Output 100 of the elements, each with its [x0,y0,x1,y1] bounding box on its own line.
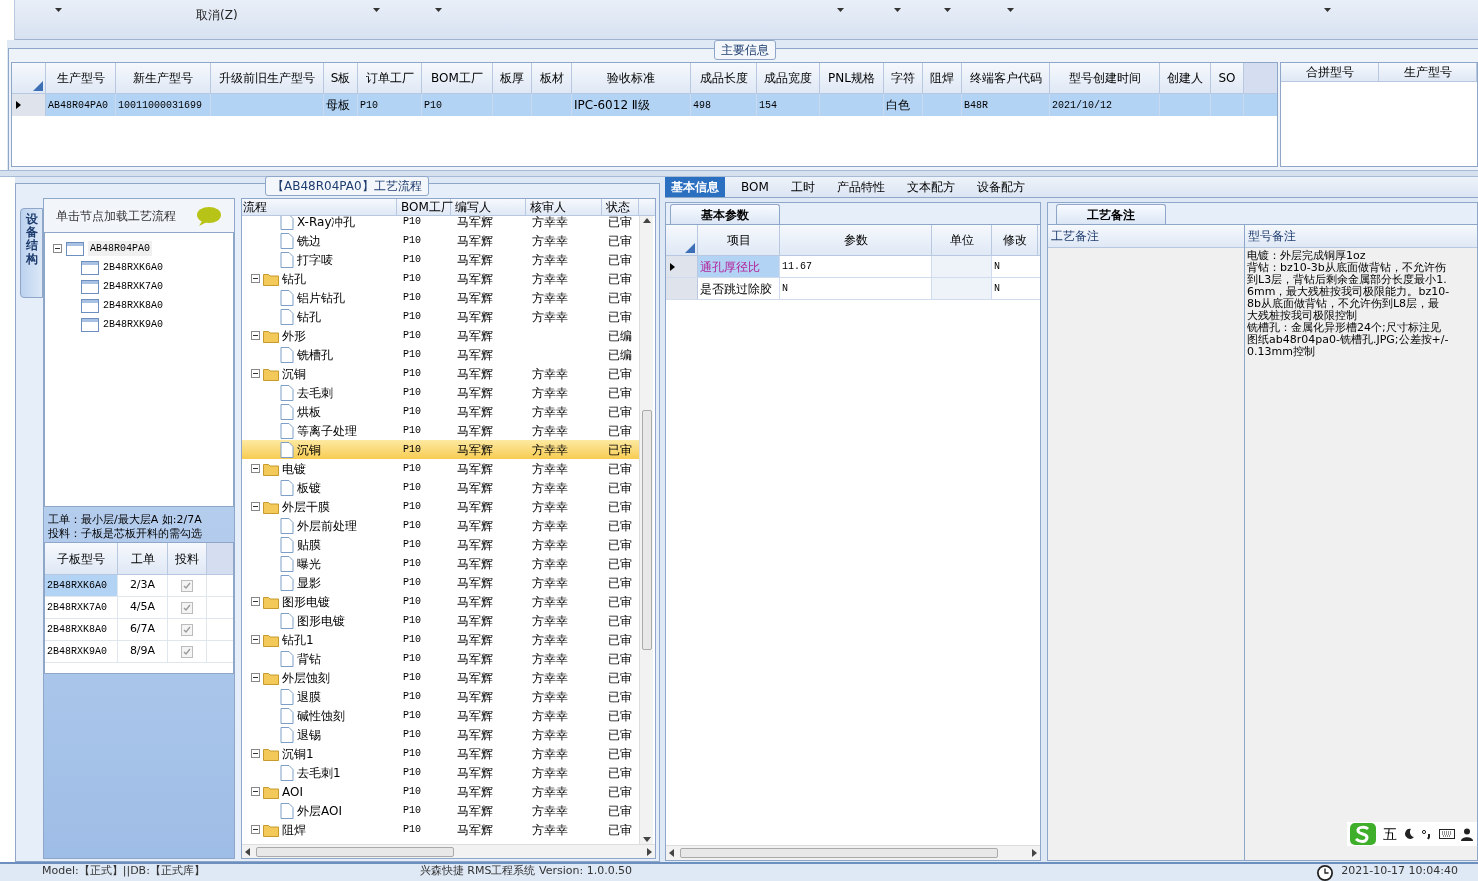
column-header[interactable]: 合拼型号 [1281,63,1379,81]
flow-row[interactable]: 外层AOI P10 马军辉 方幸幸 已审 [242,801,639,820]
column-header[interactable]: 终端客户代码 [962,63,1050,93]
menu-item[interactable]: 取消(Z) [196,6,238,24]
column-header[interactable]: 单位 [932,225,992,255]
scroll-up-icon[interactable] [642,218,651,223]
column-header[interactable]: 成品长度 [691,63,757,93]
horizontal-scrollbar[interactable] [242,844,655,858]
column-header[interactable]: 流程 [242,199,397,215]
flow-row[interactable]: 背钻 P10 马军辉 方幸幸 已审 [242,649,639,668]
flow-row[interactable]: AOI P10 马军辉 方幸幸 已审 [242,782,639,801]
column-header[interactable]: BOM工厂 [397,199,451,215]
collapse-icon[interactable] [251,787,260,796]
column-header[interactable]: 创建人 [1160,63,1211,93]
flow-row[interactable]: 铝片钻孔 P10 马军辉 方幸幸 已审 [242,288,639,307]
flow-row[interactable]: 沉铜 P10 马军辉 方幸幸 已审 [242,440,639,459]
flow-row[interactable]: 铣槽孔 P10 马军辉 已编 [242,345,639,364]
dropdown-caret-icon[interactable] [1324,8,1331,12]
flow-row[interactable]: 退锡 P10 马军辉 方幸幸 已审 [242,725,639,744]
tab[interactable]: 产品特性 [830,177,891,197]
flow-row[interactable]: 沉铜1 P10 马军辉 方幸幸 已审 [242,744,639,763]
flow-row[interactable]: 电镀 P10 马军辉 方幸幸 已审 [242,459,639,478]
moon-icon[interactable] [1403,828,1415,840]
vertical-scrollbar[interactable] [639,216,653,844]
column-header[interactable]: 型号创建时间 [1050,63,1160,93]
panel-tab[interactable]: 工艺备注 [1056,204,1166,224]
column-header[interactable]: S板 [324,63,358,93]
flow-row[interactable]: 钻孔 P10 马军辉 方幸幸 已审 [242,307,639,326]
dropdown-caret-icon[interactable] [373,8,380,12]
scroll-thumb[interactable] [641,410,652,650]
dropdown-caret-icon[interactable] [435,8,442,12]
scroll-right-icon[interactable] [647,847,652,856]
collapse-icon[interactable] [251,825,260,834]
column-header[interactable]: 核审人 [526,199,602,215]
user-icon[interactable] [1461,827,1473,841]
tree-node[interactable]: AB48R04PA0 [88,241,152,256]
collapse-icon[interactable] [251,749,260,758]
ime-logo-icon[interactable] [1349,822,1377,846]
flow-row[interactable]: 退膜 P10 马军辉 方幸幸 已审 [242,687,639,706]
flow-row[interactable]: 外层前处理 P10 马军辉 方幸幸 已审 [242,516,639,535]
tab[interactable]: 文本配方 [900,177,961,197]
dropdown-caret-icon[interactable] [944,8,951,12]
collapse-icon[interactable] [251,502,260,511]
column-header[interactable]: 工单 [118,543,168,574]
flow-row[interactable]: 图形电镀 P10 马军辉 方幸幸 已审 [242,592,639,611]
collapse-icon[interactable] [251,597,260,606]
scroll-thumb[interactable] [680,848,998,858]
tree-node[interactable]: 2B48RXK7A0 [103,279,163,294]
scroll-thumb[interactable] [256,846,454,857]
scroll-down-icon[interactable] [642,837,651,842]
column-header[interactable]: 字符 [884,63,923,93]
flow-row[interactable]: 外形 P10 马军辉 已编 [242,326,639,345]
flow-row[interactable]: 钻孔 P10 马军辉 方幸幸 已审 [242,269,639,288]
column-header[interactable]: 板材 [532,63,572,93]
flow-row[interactable]: 钻孔1 P10 马军辉 方幸幸 已审 [242,630,639,649]
column-header[interactable]: 生产型号 [46,63,116,93]
flow-row[interactable]: 曝光 P10 马军辉 方幸幸 已审 [242,554,639,573]
column-header[interactable]: 状态 [602,199,639,215]
scroll-left-icon[interactable] [245,847,250,856]
ime-mode[interactable]: 五 [1383,823,1397,845]
flow-row[interactable]: 贴膜 P10 马军辉 方幸幸 已审 [242,535,639,554]
punctuation-icon[interactable] [1421,828,1433,840]
column-header[interactable]: 子板型号 [45,543,118,574]
flow-row[interactable]: 外层干膜 P10 马军辉 方幸幸 已审 [242,497,639,516]
column-header[interactable]: PNL规格 [820,63,884,93]
collapse-icon[interactable] [251,331,260,340]
flow-row[interactable]: 铣边 P10 马军辉 方幸幸 已审 [242,231,639,250]
scroll-left-icon[interactable] [669,849,674,857]
tab[interactable]: BOM [735,177,775,197]
dropdown-caret-icon[interactable] [55,8,62,12]
flow-row[interactable]: 板镀 P10 马军辉 方幸幸 已审 [242,478,639,497]
column-header[interactable]: BOM工厂 [422,63,493,93]
collapse-icon[interactable] [251,464,260,473]
dropdown-caret-icon[interactable] [837,8,844,12]
scroll-right-icon[interactable] [1032,849,1037,857]
tree-node[interactable]: 2B48RXK6A0 [103,260,163,275]
collapse-icon[interactable] [251,369,260,378]
flow-row[interactable]: 打字唛 P10 马军辉 方幸幸 已审 [242,250,639,269]
panel-tab[interactable]: 基本参数 [670,204,780,224]
flow-row[interactable]: 外层蚀刻 P10 马军辉 方幸幸 已审 [242,668,639,687]
dropdown-caret-icon[interactable] [894,8,901,12]
keyboard-icon[interactable] [1439,828,1455,840]
tree-node[interactable]: 2B48RXK8A0 [103,298,163,313]
column-header[interactable]: 项目 [698,225,780,255]
flow-row[interactable]: 烘板 P10 马军辉 方幸幸 已审 [242,402,639,421]
collapse-icon[interactable] [251,673,260,682]
flow-row[interactable]: 阻焊 P10 马军辉 方幸幸 已审 [242,820,639,839]
checked-checkbox[interactable] [181,601,193,614]
table-row[interactable]: AB48R04PA0 10011000031699 母板 P10 P10 IPC-6012 Ⅱ级 498 154 白色 B48R 2021/10/12 [12,94,1277,116]
tab[interactable]: 工时 [784,177,821,197]
flow-row[interactable]: 沉铜 P10 马军辉 方幸幸 已审 [242,364,639,383]
tab[interactable]: 设备配方 [970,177,1031,197]
flow-row[interactable]: 显影 P10 马军辉 方幸幸 已审 [242,573,639,592]
column-header[interactable]: 订单工厂 [358,63,422,93]
flow-row[interactable]: 去毛刺1 P10 马军辉 方幸幸 已审 [242,763,639,782]
column-header[interactable]: 验收标准 [572,63,691,93]
tree-node[interactable]: 2B48RXK9A0 [103,317,163,332]
flow-row[interactable]: 去毛刺 P10 马军辉 方幸幸 已审 [242,383,639,402]
collapse-icon[interactable] [251,274,260,283]
tab[interactable]: 基本信息 [665,177,725,197]
